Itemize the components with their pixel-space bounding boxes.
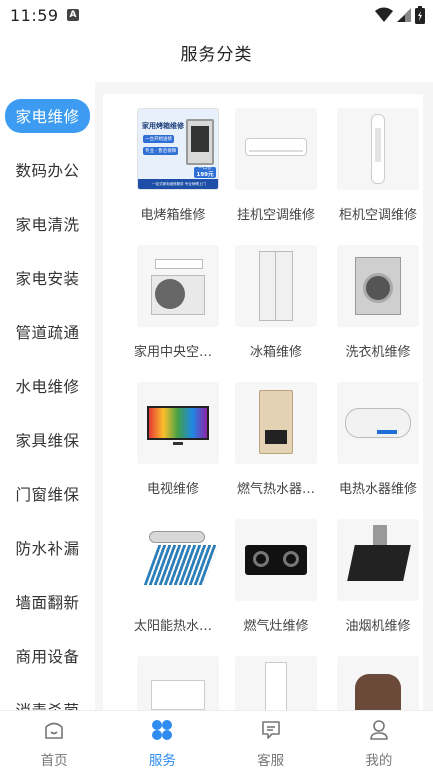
service-label: 冰箱维修 [249,345,302,360]
tab-label: 首页 [40,753,68,769]
gas-heater-image [235,382,317,464]
tab-label: 客服 [257,753,285,769]
oven-promo-image: 家用烤箱维修 一台开始送修 专业 · 售后保障 一口价 199元 一站式家电维修… [137,108,219,190]
service-label: 电热水器维修 [338,482,417,497]
status-icons [375,6,425,24]
service-label: 电烤箱维修 [140,208,206,223]
service-label: 电视维修 [146,482,199,497]
service-range-hood[interactable]: 油烟机维修 [325,505,425,634]
sidebar-item-appliance-install[interactable]: 家电安装 [0,258,95,298]
sidebar-item-appliance-repair[interactable]: 家电维修 [0,96,95,136]
promo-price-value: 199元 [196,171,214,178]
service-content: 家用烤箱维修 一台开始送修 专业 · 售后保障 一口价 199元 一站式家电维修… [95,82,433,710]
sidebar-item-waterproofing[interactable]: 防水补漏 [0,528,95,568]
service-fridge[interactable]: 冰箱维修 [223,231,323,360]
solar-heater-image [137,519,219,601]
home-icon [45,722,63,739]
range-hood-image [337,519,419,601]
sidebar-item-pipe-dredging[interactable]: 管道疏通 [0,312,95,352]
bottom-tab-bar: 首页 服务 客服 我的 [0,710,433,771]
service-central-ac[interactable]: 家用中央空… [120,231,220,360]
service-water-dispenser[interactable] [223,642,323,710]
page-header: 服务分类 [0,30,433,80]
sidebar-item-appliance-cleaning[interactable]: 家电清洗 [0,204,95,244]
tab-profile[interactable]: 我的 [325,711,433,771]
service-label: 柜机空调维修 [338,208,417,223]
service-label: 油烟机维修 [345,619,411,634]
sidebar-item-label: 家电安装 [15,270,80,288]
sidebar-item-digital-office[interactable]: 数码办公 [0,150,95,190]
tab-label: 服务 [148,753,176,769]
chat-icon [261,721,280,739]
service-label: 洗衣机维修 [345,345,411,360]
service-grid: 家用烤箱维修 一台开始送修 专业 · 售后保障 一口价 199元 一站式家电维修… [103,94,423,710]
service-oven[interactable]: 家用烤箱维修 一台开始送修 专业 · 售后保障 一口价 199元 一站式家电维修… [120,94,220,223]
category-sidebar: 家电维修 数码办公 家电清洗 家电安装 管道疏通 水电维修 家具维保 门窗维保 … [0,82,95,710]
sidebar-item-label: 消毒杀菌 [15,699,79,710]
wall-ac-image [235,108,317,190]
promo-price: 一口价 199元 [194,166,216,178]
tab-label: 我的 [365,753,393,769]
sidebar-item-plumbing-electric[interactable]: 水电维修 [0,366,95,406]
sidebar-item-doors-windows[interactable]: 门窗维保 [0,474,95,514]
promo-tag: 专业 · 售后保障 [143,147,179,155]
microwave-image [137,656,219,710]
service-solar-heater[interactable]: 太阳能热水… [120,505,220,634]
service-label: 燃气灶维修 [243,619,309,634]
tab-home[interactable]: 首页 [0,711,108,771]
sidebar-item-label: 家具维保 [15,432,80,450]
service-label: 挂机空调维修 [236,208,315,223]
oven-shape [186,119,214,165]
service-wall-ac[interactable]: 挂机空调维修 [223,94,323,223]
washer-image [337,245,419,327]
sidebar-item-label: 家电清洗 [15,216,80,234]
tv-image [137,382,219,464]
signal-icon [397,8,411,22]
water-dispenser-image [235,656,317,710]
status-bar: 11:59 A [0,0,433,30]
sidebar-item-wall-renovation[interactable]: 墙面翻新 [0,582,95,622]
sidebar-item-label: 管道疏通 [15,324,80,342]
service-grid-icon [152,720,173,740]
promo-tag: 一台开始送修 [143,135,174,143]
page-title: 服务分类 [180,45,253,65]
promo-title: 家用烤箱维修 [142,122,184,130]
tower-ac-image [337,108,419,190]
sidebar-item-label: 门窗维保 [15,486,80,504]
sidebar-item-commercial[interactable]: 商用设备 [0,636,95,676]
service-tv[interactable]: 电视维修 [120,368,220,497]
service-rice-cooker[interactable] [325,642,425,710]
service-gas-stove[interactable]: 燃气灶维修 [223,505,323,634]
user-icon [370,720,388,740]
sidebar-item-label: 防水补漏 [15,540,80,558]
fridge-image [235,245,317,327]
sidebar-item-label: 商用设备 [15,648,80,666]
service-electric-heater[interactable]: 电热水器维修 [325,368,425,497]
service-label: 太阳能热水… [133,619,212,634]
sidebar-item-label: 数码办公 [15,162,80,180]
service-microwave[interactable] [120,642,220,710]
promo-footer: 一站式家电维修服务 专业师傅上门 [138,179,218,189]
sidebar-item-disinfection[interactable]: 消毒杀菌 [0,690,95,710]
service-tower-ac[interactable]: 柜机空调维修 [325,94,425,223]
electric-heater-image [337,382,419,464]
sidebar-item-label: 墙面翻新 [15,594,80,612]
service-label: 家用中央空… [133,345,212,360]
tab-customer-service[interactable]: 客服 [217,711,325,771]
notification-a-icon: A [67,9,79,21]
service-gas-heater[interactable]: 燃气热水器… [223,368,323,497]
tab-service[interactable]: 服务 [108,711,216,771]
status-time: 11:59 [10,6,59,25]
sidebar-item-label: 家电维修 [5,99,90,133]
sidebar-item-label: 水电维修 [15,378,80,396]
battery-icon [415,6,425,24]
central-ac-image [137,245,219,327]
gas-stove-image [235,519,317,601]
service-washer[interactable]: 洗衣机维修 [325,231,425,360]
sidebar-item-furniture[interactable]: 家具维保 [0,420,95,460]
rice-cooker-image [337,656,419,710]
wifi-icon [375,7,393,22]
service-label: 燃气热水器… [236,482,315,497]
